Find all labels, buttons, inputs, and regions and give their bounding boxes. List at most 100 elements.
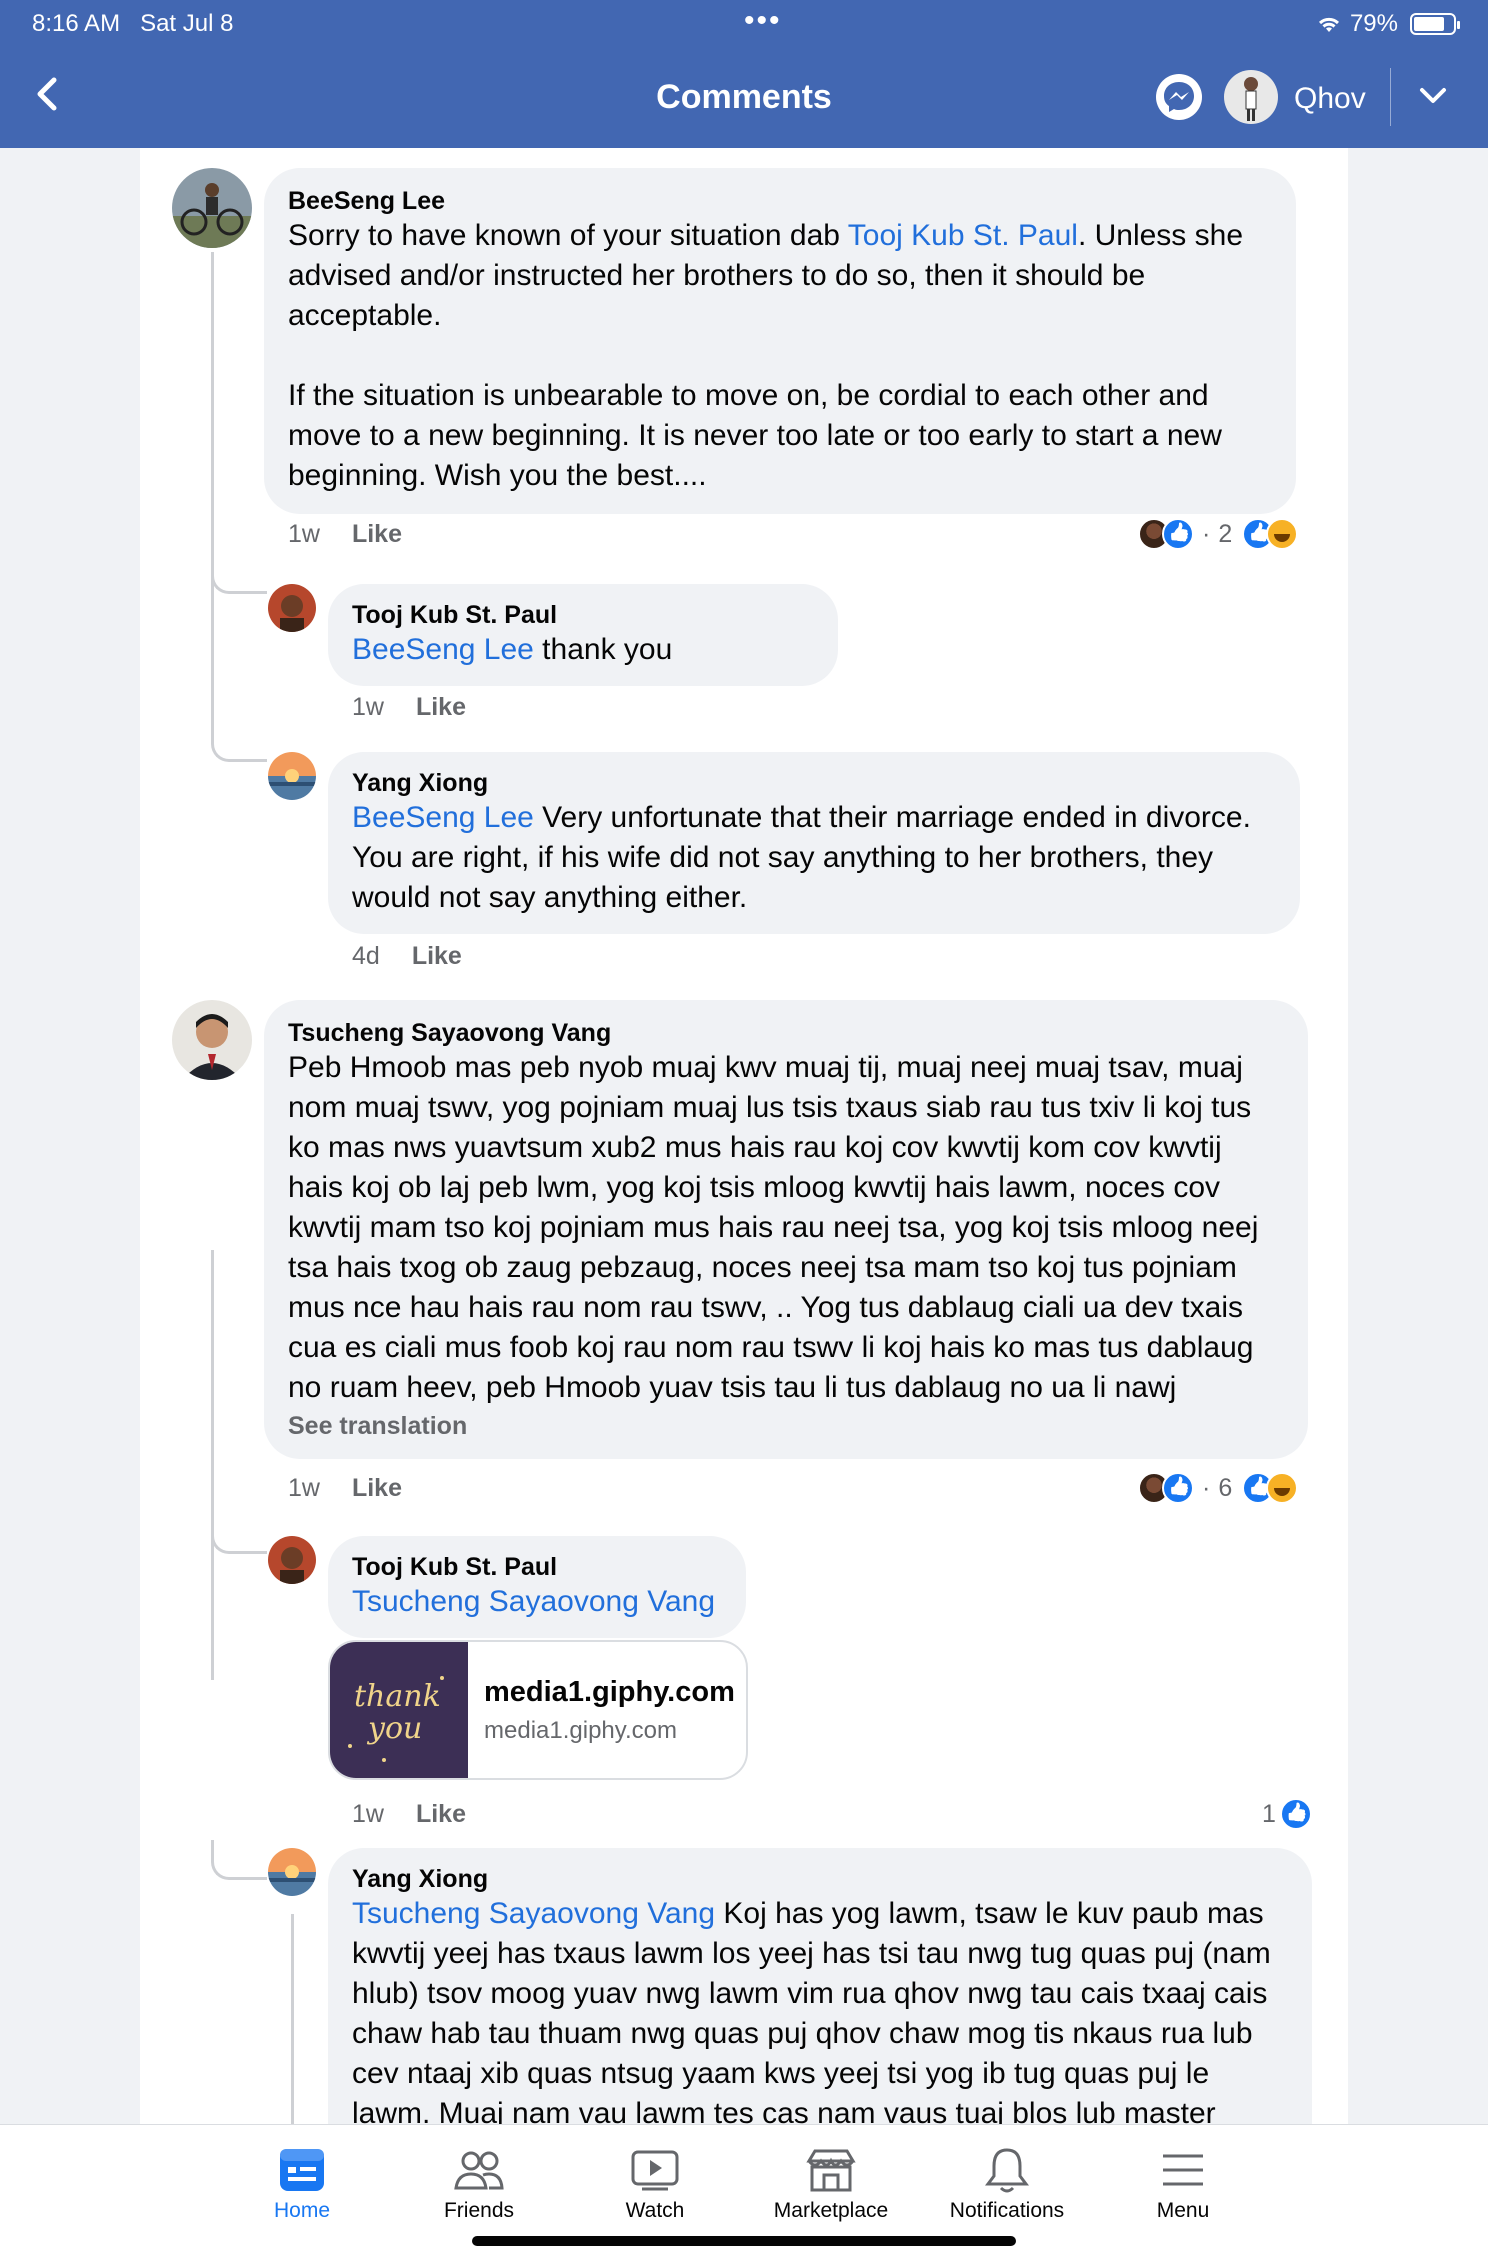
tab-watch[interactable]: Watch (567, 2141, 743, 2223)
haha-reaction-icon (1266, 1472, 1299, 1504)
bell-icon (985, 2148, 1029, 2193)
comment-time[interactable]: 1w (352, 1800, 384, 1829)
comments-list[interactable]: BeeSeng Lee Sorry to have known of your … (140, 148, 1348, 2124)
mention-link[interactable]: BeeSeng Lee (352, 633, 534, 666)
reply-bubble[interactable]: Yang Xiong BeeSeng Lee Very unfortunate … (328, 752, 1300, 934)
svg-text:thank: thank (354, 1679, 441, 1714)
status-time: 8:16 AM Sat Jul 8 (32, 10, 234, 37)
chevron-down-icon[interactable] (1418, 84, 1448, 108)
avatar[interactable] (268, 584, 316, 632)
messenger-icon[interactable] (1156, 74, 1202, 120)
tab-label: Watch (625, 2199, 685, 2222)
comment-meta: 1w Like (352, 1800, 466, 1829)
multitasking-dots[interactable]: ••• (744, 4, 782, 38)
tab-marketplace[interactable]: Marketplace (743, 2141, 919, 2223)
like-reaction-icon (1162, 518, 1194, 550)
like-button[interactable]: Like (412, 942, 462, 971)
tab-friends[interactable]: Friends (391, 2141, 567, 2223)
header-divider (1390, 68, 1391, 126)
comment-text: Peb Hmoob mas peb nyob muaj kwv muaj tij… (288, 1051, 1259, 1404)
thread-connector (211, 1514, 267, 1554)
comment-author[interactable]: Tsucheng Sayaovong Vang (288, 1018, 1284, 1048)
like-button[interactable]: Like (416, 1800, 466, 1829)
reaction-summary[interactable]: · 6 (1138, 1472, 1299, 1504)
thread-line (211, 252, 214, 722)
gif-thumbnail: thank you (330, 1642, 468, 1778)
avatar[interactable] (268, 1848, 316, 1896)
tab-menu[interactable]: Menu (1095, 2141, 1271, 2223)
battery-icon (1410, 13, 1460, 35)
avatar[interactable] (172, 1000, 252, 1080)
comment-text: Sorry to have known of your situation da… (288, 219, 1244, 492)
tab-notifications[interactable]: Notifications (919, 2141, 1095, 2223)
mention-link[interactable]: Tsucheng Sayaovong Vang (352, 1897, 715, 1930)
comment-time[interactable]: 1w (288, 520, 320, 549)
reaction-count: 1 (1262, 1799, 1276, 1828)
thread-line (211, 1250, 214, 1680)
comment-text: Tsucheng Sayaovong Vang Koj has yog lawm… (352, 1897, 1271, 2124)
user-avatar[interactable] (1224, 70, 1278, 124)
haha-reaction-icon (1266, 518, 1299, 550)
home-indicator[interactable] (472, 2236, 1016, 2246)
mention-link[interactable]: Tooj Kub St. Paul (848, 219, 1078, 252)
avatar[interactable] (268, 752, 316, 800)
top-bar: 8:16 AM Sat Jul 8 ••• 79% Comments Qhov (0, 0, 1488, 148)
reply-bubble[interactable]: Tooj Kub St. Paul Tsucheng Sayaovong Van… (328, 1536, 746, 1638)
comment-text: BeeSeng Lee thank you (352, 633, 673, 666)
tab-label: Home (273, 2199, 331, 2222)
thread-connector (211, 554, 267, 594)
like-reaction-icon (1162, 1472, 1194, 1504)
mention-link[interactable]: Tsucheng Sayaovong Vang (352, 1585, 715, 1618)
reaction-summary[interactable]: · 2 (1138, 518, 1299, 550)
svg-text:you: you (366, 1711, 422, 1746)
see-translation-link[interactable]: See translation (288, 1412, 1284, 1441)
home-icon (280, 2149, 324, 2191)
tab-home[interactable]: Home (214, 2141, 390, 2223)
status-date: Sat Jul 8 (140, 10, 234, 37)
watch-icon (631, 2150, 679, 2191)
tab-label: Marketplace (773, 2199, 889, 2222)
marketplace-icon (806, 2149, 856, 2192)
comment-author[interactable]: Yang Xiong (352, 1864, 1288, 1894)
comment-time[interactable]: 1w (352, 693, 384, 722)
comment-bubble[interactable]: Tsucheng Sayaovong Vang Peb Hmoob mas pe… (264, 1000, 1308, 1459)
avatar[interactable] (172, 168, 252, 248)
comment-time[interactable]: 4d (352, 942, 380, 971)
wifi-icon (1318, 17, 1339, 32)
comment-author[interactable]: BeeSeng Lee (288, 186, 1272, 216)
comment-meta: 1w Like (288, 1474, 402, 1503)
menu-icon (1163, 2154, 1203, 2186)
comment-text: Tsucheng Sayaovong Vang (352, 1582, 722, 1622)
comment-meta: 1w Like (352, 693, 466, 722)
like-button[interactable]: Like (416, 693, 466, 722)
comment-meta: 1w Like (288, 520, 402, 549)
link-domain: media1.giphy.com (484, 1717, 677, 1744)
reaction-count: 6 (1218, 1473, 1233, 1502)
avatar[interactable] (268, 1536, 316, 1584)
thread-line (291, 1914, 294, 2124)
friends-icon (454, 2151, 504, 2190)
like-reaction-icon (1279, 1798, 1312, 1830)
reaction-count: 2 (1218, 519, 1233, 548)
tab-label: Notifications (949, 2199, 1065, 2222)
tab-label: Friends (443, 2199, 515, 2222)
link-preview-card[interactable]: thank you media1.giphy.com media1.giphy.c… (328, 1640, 748, 1780)
like-button[interactable]: Like (352, 1474, 402, 1503)
tab-label: Menu (1156, 2199, 1210, 2222)
mention-link[interactable]: BeeSeng Lee (352, 801, 534, 834)
comment-time[interactable]: 1w (288, 1474, 320, 1503)
comment-author[interactable]: Tooj Kub St. Paul (352, 1552, 722, 1582)
reaction-summary[interactable]: 1 (1262, 1798, 1312, 1830)
comment-meta: 4d Like (352, 942, 462, 971)
comment-text: BeeSeng Lee Very unfortunate that their … (352, 801, 1251, 914)
status-bar: 8:16 AM Sat Jul 8 ••• 79% (32, 4, 1460, 40)
comment-bubble[interactable]: BeeSeng Lee Sorry to have known of your … (264, 168, 1296, 514)
link-title: media1.giphy.com (484, 1676, 735, 1708)
user-name[interactable]: Qhov (1294, 82, 1366, 116)
reply-bubble[interactable]: Yang Xiong Tsucheng Sayaovong Vang Koj h… (328, 1848, 1312, 2124)
comment-author[interactable]: Yang Xiong (352, 768, 1276, 798)
thread-connector (211, 1840, 267, 1880)
comment-author[interactable]: Tooj Kub St. Paul (352, 600, 814, 630)
reply-bubble[interactable]: Tooj Kub St. Paul BeeSeng Lee thank you (328, 584, 838, 686)
like-button[interactable]: Like (352, 520, 402, 549)
